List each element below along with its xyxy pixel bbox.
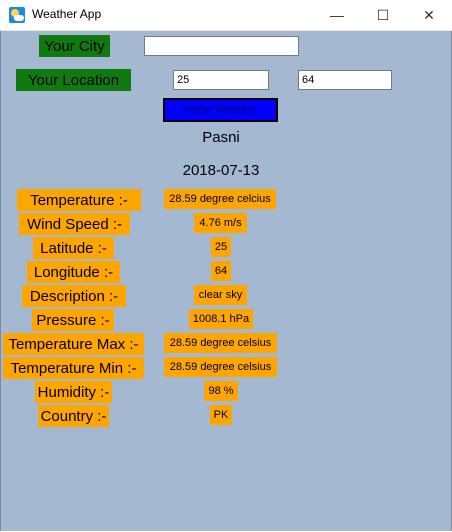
latitude-input[interactable] (173, 70, 269, 90)
humidity-label: Humidity :- (35, 381, 112, 403)
city-name: Pasni (202, 129, 240, 146)
wind-speed-label: Wind Speed :- (19, 213, 130, 235)
temperature-max-label: Temperature Max :- (3, 333, 144, 355)
humidity-value: 98 % (204, 381, 238, 401)
minimize-button[interactable]: — (314, 0, 360, 30)
pressure-label: Pressure :- (32, 309, 114, 331)
temperature-min-label: Temperature Min :- (3, 357, 144, 379)
maximize-button[interactable]: ☐ (360, 0, 406, 30)
temperature-value: 28.59 degree celcius (164, 189, 276, 209)
temperature-label: Temperature :- (17, 189, 141, 211)
show-weather-button[interactable]: Show Weather (163, 98, 278, 122)
temperature-max-value: 28.59 degree celsius (164, 333, 277, 353)
city-input[interactable] (144, 36, 299, 56)
your-city-button[interactable]: Your City (39, 35, 110, 57)
pressure-value: 1008.1 hPa (189, 309, 253, 329)
weather-app-icon (9, 7, 25, 23)
window-title: Weather App (32, 7, 102, 21)
country-value: PK (210, 405, 232, 425)
longitude-input[interactable] (298, 70, 392, 90)
main-panel: Your City Your Location Show Weather Pas… (0, 31, 452, 531)
temperature-min-value: 28.59 degree celsius (164, 357, 277, 377)
longitude-value: 64 (211, 261, 231, 281)
wind-speed-value: 4.76 m/s (194, 213, 247, 233)
longitude-label: Longitude :- (27, 261, 120, 283)
title-bar: Weather App — ☐ ✕ (0, 0, 452, 31)
close-button[interactable]: ✕ (406, 0, 452, 30)
date-label: 2018-07-13 (182, 162, 260, 179)
description-value: clear sky (194, 285, 247, 305)
country-label: Country :- (38, 405, 109, 427)
description-label: Description :- (22, 285, 126, 307)
latitude-value: 25 (211, 237, 231, 257)
latitude-label: Latitude :- (33, 237, 114, 259)
your-location-button[interactable]: Your Location (16, 69, 131, 91)
